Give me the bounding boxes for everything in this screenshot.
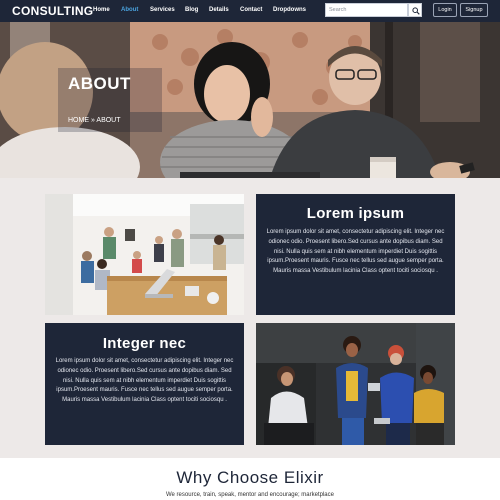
breadcrumb[interactable]: HOME » ABOUT bbox=[68, 117, 121, 124]
page-title: ABOUT bbox=[68, 74, 131, 93]
feature-card-lorem: Lorem ipsum Lorem ipsum dolor sit amet, … bbox=[256, 194, 455, 315]
nav-link-home[interactable]: Home bbox=[93, 7, 110, 13]
section-title: Why Choose Elixir bbox=[176, 468, 324, 487]
card-body: Lorem ipsum dolor sit amet, consectetur … bbox=[266, 229, 445, 275]
login-button[interactable]: Login bbox=[433, 3, 457, 17]
search-input[interactable]: Search bbox=[325, 3, 408, 17]
nav-link-dropdowns[interactable]: Dropdowns bbox=[273, 7, 306, 13]
section-subtitle: We resource, train, speak, mentor and en… bbox=[166, 492, 334, 498]
nav-link-contact[interactable]: Contact bbox=[240, 7, 262, 13]
search-icon bbox=[412, 7, 420, 15]
card-title: Lorem ipsum bbox=[306, 205, 405, 222]
card-title: Integer nec bbox=[102, 335, 187, 352]
navbar: CONSULTING Home About Services Blog Deta… bbox=[0, 0, 500, 22]
hero-banner: ABOUT HOME » ABOUT bbox=[0, 22, 500, 178]
signup-button[interactable]: Signup bbox=[460, 3, 488, 17]
nav-link-blog[interactable]: Blog bbox=[185, 7, 198, 13]
nav-link-services[interactable]: Services bbox=[150, 7, 175, 13]
feature-card-integer: Integer nec Lorem ipsum dolor sit amet, … bbox=[45, 323, 244, 445]
team-meeting-photo bbox=[256, 323, 455, 445]
search-button[interactable] bbox=[408, 3, 422, 17]
team-office-photo bbox=[45, 194, 244, 315]
nav-link-about[interactable]: About bbox=[121, 7, 138, 13]
card-body: Lorem ipsum dolor sit amet, consectetur … bbox=[55, 358, 234, 404]
brand-logo[interactable]: CONSULTING bbox=[12, 4, 93, 18]
nav-link-details[interactable]: Details bbox=[209, 7, 229, 13]
